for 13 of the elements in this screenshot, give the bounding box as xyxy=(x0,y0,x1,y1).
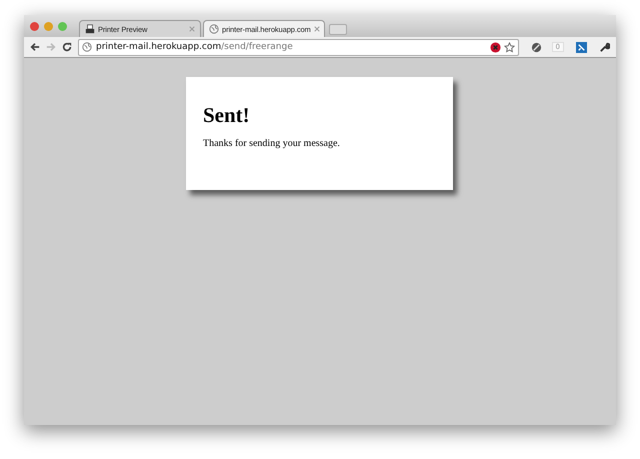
extension-icon[interactable] xyxy=(530,42,542,52)
reload-icon[interactable] xyxy=(62,42,72,52)
back-arrow-icon[interactable] xyxy=(30,42,40,52)
wrench-icon[interactable] xyxy=(599,42,610,52)
url-host: printer-mail.herokuapp.com xyxy=(96,42,222,52)
url-path: /send/freerange xyxy=(221,42,293,52)
close-light-icon[interactable] xyxy=(30,22,39,30)
blocked-icon[interactable] xyxy=(490,42,501,52)
printer-icon xyxy=(85,24,95,34)
message-text: Thanks for sending your message. xyxy=(203,138,341,149)
heading: Sent! xyxy=(203,103,251,128)
address-bar[interactable]: printer-mail.herokuapp.com/send/freerange xyxy=(78,38,519,56)
star-icon[interactable] xyxy=(504,42,515,52)
